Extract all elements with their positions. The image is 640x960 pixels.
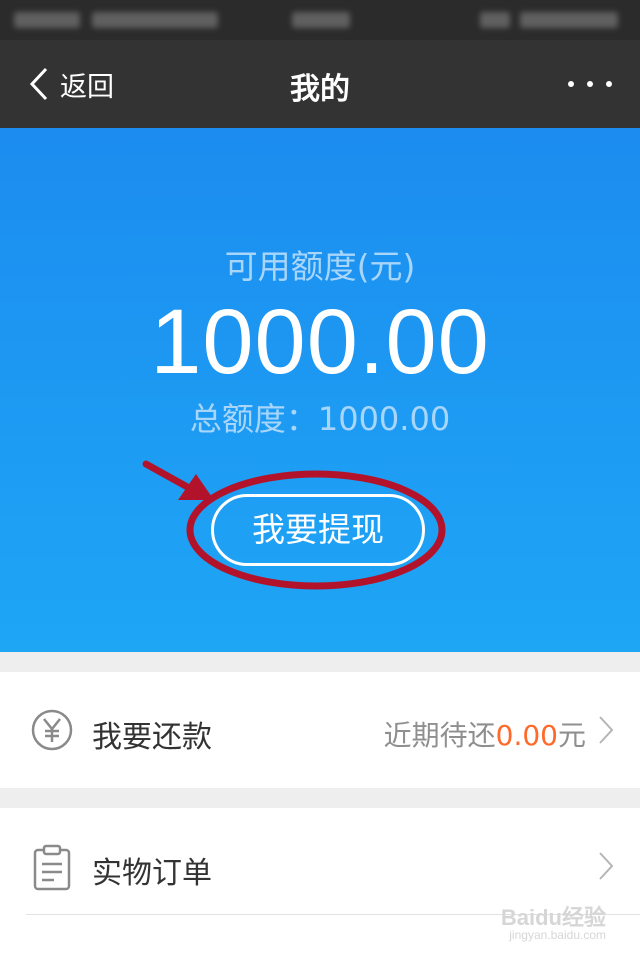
- repay-status: 近期待还0.00元: [384, 714, 586, 754]
- status-blur: [292, 12, 350, 28]
- repay-unit: 元: [557, 719, 586, 752]
- clipboard-icon: [33, 844, 71, 891]
- total-credit-amount: 1000.00: [317, 400, 451, 438]
- status-blur: [14, 12, 80, 28]
- status-bar: [0, 0, 640, 40]
- withdraw-button[interactable]: 我要提现: [211, 494, 425, 566]
- more-dot-icon: [587, 81, 593, 87]
- credit-panel: 可用额度(元) 1000.00 总额度：1000.00 我要提现: [0, 128, 640, 652]
- total-credit-label: 总额度：: [189, 400, 318, 438]
- more-menu-button[interactable]: [568, 74, 612, 94]
- watermark-url: jingyan.baidu.com: [509, 928, 606, 942]
- total-credit: 总额度：1000.00: [0, 394, 640, 440]
- status-blur: [480, 12, 510, 28]
- more-dot-icon: [568, 81, 574, 87]
- status-blur: [520, 12, 618, 28]
- repay-amount: 0.00: [495, 719, 558, 752]
- chevron-right-icon: [599, 716, 614, 744]
- yen-circle-icon: [31, 709, 73, 751]
- status-blur: [92, 12, 218, 28]
- orders-label: 实物订单: [92, 856, 212, 891]
- repay-row[interactable]: 我要还款 近期待还0.00元: [0, 672, 640, 788]
- available-credit-label: 可用额度(元): [224, 247, 416, 286]
- nav-bar: 返回 我的: [0, 40, 640, 128]
- available-credit-amount: 1000.00: [150, 291, 490, 393]
- page-title: 我的: [290, 72, 350, 107]
- more-dot-icon: [606, 81, 612, 87]
- chevron-right-icon: [599, 852, 614, 880]
- repay-label: 我要还款: [92, 720, 212, 755]
- repay-status-prefix: 近期待还: [383, 719, 496, 752]
